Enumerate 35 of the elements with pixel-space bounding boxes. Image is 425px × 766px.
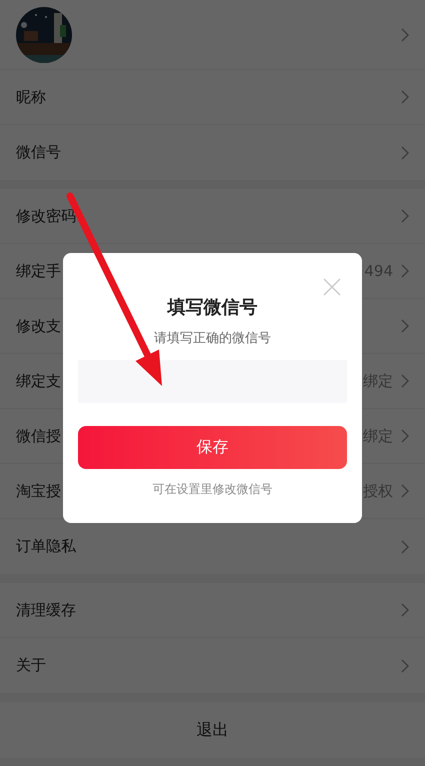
- settings-row[interactable]: 关于: [0, 638, 425, 693]
- settings-row[interactable]: 清理缓存: [0, 583, 425, 638]
- row-label: 微信号: [16, 143, 61, 162]
- chevron-icon: [401, 540, 409, 554]
- input-field[interactable]: [78, 360, 347, 403]
- chevron-icon: [401, 146, 409, 160]
- row-label: 修改支: [16, 316, 61, 336]
- settings-row[interactable]: 修改密码: [0, 189, 425, 244]
- dialog-title: 填写微信号: [168, 296, 258, 319]
- dialog-subtitle: 请填写正确的微信号: [154, 330, 271, 347]
- row-label: 修改密码: [16, 206, 76, 226]
- chevron-icon: [401, 28, 409, 42]
- chevron-icon: [401, 374, 409, 388]
- chevron-icon: [401, 209, 409, 223]
- row-label: 昵称: [16, 88, 46, 106]
- chevron-icon: [401, 429, 409, 443]
- row-label: 绑定手: [16, 262, 61, 280]
- chevron-icon: [401, 484, 409, 498]
- row-label: 绑定支: [16, 372, 61, 390]
- row-label: 淘宝授: [16, 482, 61, 500]
- chevron-icon: [401, 264, 409, 278]
- row-label: 关于: [16, 656, 46, 675]
- chevron-icon: [401, 603, 409, 617]
- row-label: 清理缓存: [16, 600, 76, 620]
- row-label: 微信授: [16, 426, 61, 446]
- chevron-icon: [401, 658, 409, 672]
- save-button[interactable]: 保存: [78, 426, 347, 469]
- logout-button[interactable]: 退出: [0, 702, 425, 758]
- settings-row[interactable]: 昵称: [0, 70, 425, 125]
- dialog-hint: 可在设置里修改微信号: [152, 481, 272, 498]
- settings-row[interactable]: 微信号: [0, 125, 425, 180]
- settings-row[interactable]: 订单隐私: [0, 519, 425, 574]
- chevron-icon: [401, 90, 409, 104]
- chevron-icon: [401, 319, 409, 333]
- row-label: 订单隐私: [16, 537, 76, 556]
